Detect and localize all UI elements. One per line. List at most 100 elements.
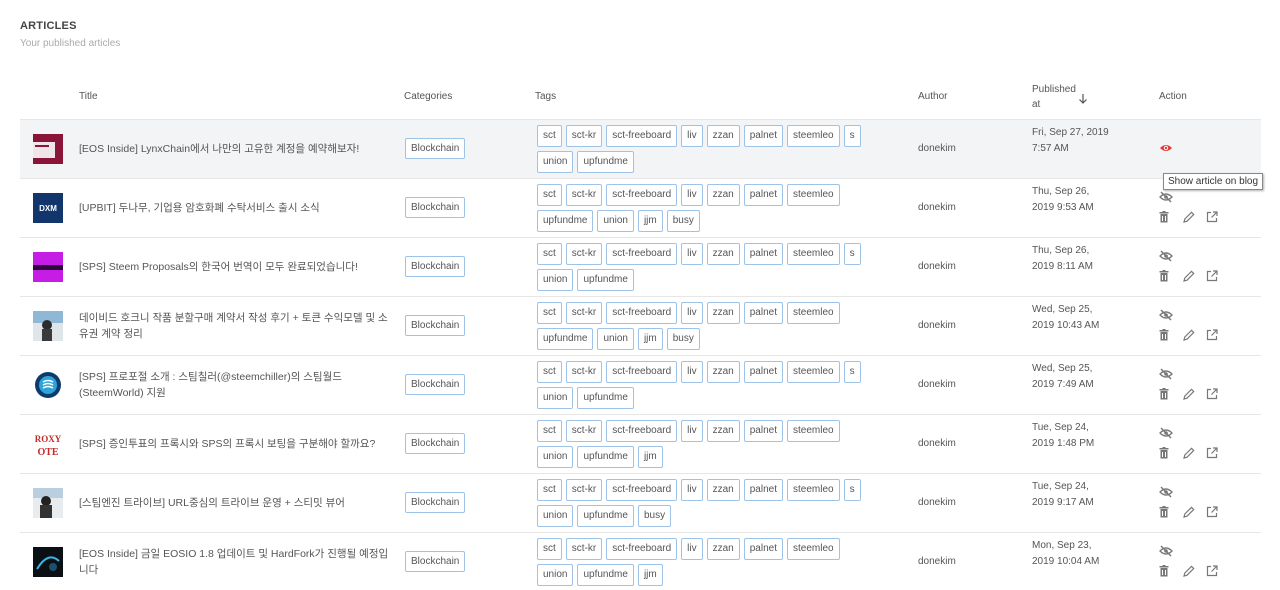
open-external-icon[interactable] xyxy=(1206,387,1218,405)
eye-off-icon[interactable] xyxy=(1159,249,1173,267)
eye-off-icon[interactable] xyxy=(1159,426,1173,444)
tag-chip[interactable]: sct-kr xyxy=(565,420,603,442)
open-external-icon[interactable] xyxy=(1206,210,1218,228)
eye-off-icon[interactable] xyxy=(1159,308,1173,326)
pencil-icon[interactable] xyxy=(1183,269,1195,287)
tag-chip[interactable]: busy xyxy=(666,210,700,232)
tag-chip[interactable]: sct xyxy=(537,302,562,324)
trash-icon[interactable] xyxy=(1159,328,1169,346)
eye-off-icon[interactable] xyxy=(1159,544,1173,562)
tag-chip[interactable]: zzan xyxy=(706,302,740,324)
tag-chip[interactable]: upfundme xyxy=(537,210,594,232)
trash-icon[interactable] xyxy=(1159,505,1169,523)
pencil-icon[interactable] xyxy=(1183,446,1195,464)
column-published[interactable]: Published at xyxy=(1032,82,1076,112)
tag-chip[interactable]: liv xyxy=(681,184,703,206)
category-chip[interactable]: Blockchain xyxy=(405,197,466,218)
table-row[interactable]: 데이비드 호크니 작품 분할구매 계약서 작성 후기 + 토큰 수익모델 및 소… xyxy=(20,297,1261,356)
tag-chip[interactable]: sct-kr xyxy=(565,538,603,560)
tag-chip[interactable]: union xyxy=(537,564,574,586)
tag-chip[interactable]: zzan xyxy=(706,184,740,206)
eye-off-icon[interactable] xyxy=(1159,367,1173,385)
eye-off-icon[interactable] xyxy=(1159,190,1173,208)
tag-chip[interactable]: union xyxy=(597,210,634,232)
tag-chip[interactable]: steemleo xyxy=(786,420,840,442)
trash-icon[interactable] xyxy=(1159,269,1169,287)
category-chip[interactable]: Blockchain xyxy=(405,492,466,513)
trash-icon[interactable] xyxy=(1159,564,1169,582)
tag-chip[interactable]: zzan xyxy=(706,420,740,442)
tag-chip[interactable]: upfundme xyxy=(577,387,634,409)
tag-chip[interactable]: palnet xyxy=(743,243,783,265)
table-row[interactable]: [EOS Inside] LynxChain에서 나만의 고유한 계정을 예약해… xyxy=(20,120,1261,179)
tag-chip[interactable]: sct-kr xyxy=(565,479,603,501)
tag-chip[interactable]: s xyxy=(843,125,861,147)
tag-chip[interactable]: union xyxy=(537,387,574,409)
tag-chip[interactable]: sct xyxy=(537,479,562,501)
article-title[interactable]: [SPS] 증인투표의 프록시와 SPS의 프록시 보팅을 구분해야 할까요? xyxy=(79,436,389,452)
tag-chip[interactable]: sct-freeboard xyxy=(606,538,678,560)
tag-chip[interactable]: liv xyxy=(681,361,703,383)
open-external-icon[interactable] xyxy=(1206,446,1218,464)
tag-chip[interactable]: upfundme xyxy=(577,564,634,586)
tag-chip[interactable]: zzan xyxy=(706,361,740,383)
category-chip[interactable]: Blockchain xyxy=(405,374,466,395)
tag-chip[interactable]: liv xyxy=(681,125,703,147)
open-external-icon[interactable] xyxy=(1206,328,1218,346)
tag-chip[interactable]: steemleo xyxy=(786,538,840,560)
article-title[interactable]: [EOS Inside] 금일 EOSIO 1.8 업데이트 및 HardFor… xyxy=(79,546,389,578)
table-row[interactable]: [스팀엔진 트라이브] URL중심의 트라이브 운영 + 스티밋 뷰어 Bloc… xyxy=(20,474,1261,533)
tag-chip[interactable]: steemleo xyxy=(786,302,840,324)
category-chip[interactable]: Blockchain xyxy=(405,138,466,159)
tag-chip[interactable]: busy xyxy=(637,505,672,527)
open-external-icon[interactable] xyxy=(1206,564,1218,582)
tag-chip[interactable]: steemleo xyxy=(786,479,840,501)
tag-chip[interactable]: sct-kr xyxy=(565,302,603,324)
tag-chip[interactable]: upfundme xyxy=(577,446,634,468)
tag-chip[interactable]: sct xyxy=(537,184,562,206)
pencil-icon[interactable] xyxy=(1183,210,1195,228)
tag-chip[interactable]: zzan xyxy=(706,479,740,501)
tag-chip[interactable]: steemleo xyxy=(786,361,840,383)
table-row[interactable]: DXM [UPBIT] 두나무, 기업용 암호화폐 수탁서비스 출시 소식 Bl… xyxy=(20,179,1261,238)
tag-chip[interactable]: sct-freeboard xyxy=(606,479,678,501)
tag-chip[interactable]: jjm xyxy=(637,210,663,232)
sort-arrow-down-icon[interactable] xyxy=(1078,91,1088,109)
tag-chip[interactable]: sct xyxy=(537,125,562,147)
tag-chip[interactable]: sct-freeboard xyxy=(606,361,678,383)
tag-chip[interactable]: jjm xyxy=(637,564,663,586)
tag-chip[interactable]: liv xyxy=(681,479,703,501)
tag-chip[interactable]: palnet xyxy=(743,302,783,324)
tag-chip[interactable]: steemleo xyxy=(786,125,840,147)
article-title[interactable]: [UPBIT] 두나무, 기업용 암호화폐 수탁서비스 출시 소식 xyxy=(79,200,389,216)
tag-chip[interactable]: sct xyxy=(537,538,562,560)
tag-chip[interactable]: jjm xyxy=(637,328,663,350)
tag-chip[interactable]: upfundme xyxy=(537,328,594,350)
table-row[interactable]: [EOS Inside] 금일 EOSIO 1.8 업데이트 및 HardFor… xyxy=(20,533,1261,590)
tag-chip[interactable]: s xyxy=(843,361,861,383)
tag-chip[interactable]: sct xyxy=(537,243,562,265)
tag-chip[interactable]: palnet xyxy=(743,125,783,147)
tag-chip[interactable]: sct-freeboard xyxy=(606,302,678,324)
tag-chip[interactable]: busy xyxy=(666,328,700,350)
article-title[interactable]: [EOS Inside] LynxChain에서 나만의 고유한 계정을 예약해… xyxy=(79,141,389,157)
tag-chip[interactable]: upfundme xyxy=(577,151,634,173)
tag-chip[interactable]: palnet xyxy=(743,479,783,501)
tag-chip[interactable]: sct-kr xyxy=(565,125,603,147)
tag-chip[interactable]: sct-kr xyxy=(565,361,603,383)
table-row[interactable]: [SPS] Steem Proposals의 한국어 번역이 모두 완료되었습니… xyxy=(20,238,1261,297)
pencil-icon[interactable] xyxy=(1183,328,1195,346)
tag-chip[interactable]: s xyxy=(843,243,861,265)
tag-chip[interactable]: steemleo xyxy=(786,243,840,265)
tag-chip[interactable]: s xyxy=(843,479,861,501)
tag-chip[interactable]: liv xyxy=(681,302,703,324)
tag-chip[interactable]: sct-freeboard xyxy=(606,125,678,147)
tag-chip[interactable]: sct xyxy=(537,420,562,442)
tag-chip[interactable]: palnet xyxy=(743,420,783,442)
category-chip[interactable]: Blockchain xyxy=(405,256,466,277)
tag-chip[interactable]: liv xyxy=(681,538,703,560)
tag-chip[interactable]: liv xyxy=(681,420,703,442)
tag-chip[interactable]: palnet xyxy=(743,361,783,383)
tag-chip[interactable]: union xyxy=(537,505,574,527)
tag-chip[interactable]: zzan xyxy=(706,538,740,560)
